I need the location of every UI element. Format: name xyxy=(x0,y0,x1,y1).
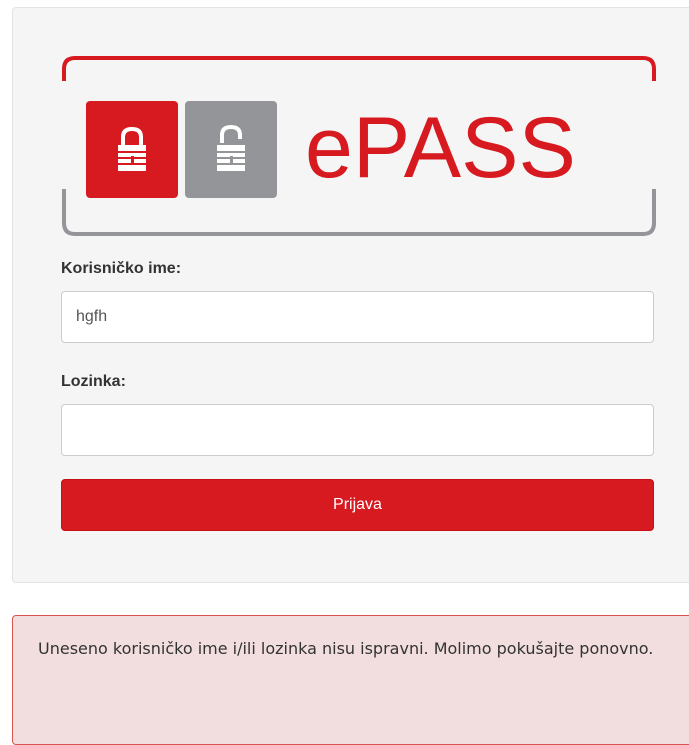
password-input[interactable] xyxy=(61,404,654,456)
password-label: Lozinka: xyxy=(61,373,126,390)
login-panel: ePASS Korisničko ime: Lozinka: Prijava xyxy=(12,7,689,583)
epass-logo: ePASS xyxy=(61,55,657,238)
username-input[interactable] xyxy=(61,291,654,343)
username-label: Korisničko ime: xyxy=(61,260,182,277)
error-message: Uneseno korisničko ime i/ili lozinka nis… xyxy=(38,639,654,658)
locked-padlock-icon xyxy=(86,101,178,198)
login-button[interactable]: Prijava xyxy=(61,479,654,531)
epass-logo-graphic: ePASS xyxy=(62,56,656,236)
error-alert: Uneseno korisničko ime i/ili lozinka nis… xyxy=(12,615,689,745)
unlocked-padlock-icon xyxy=(185,101,277,198)
epass-brand-text: ePASS xyxy=(305,100,576,196)
